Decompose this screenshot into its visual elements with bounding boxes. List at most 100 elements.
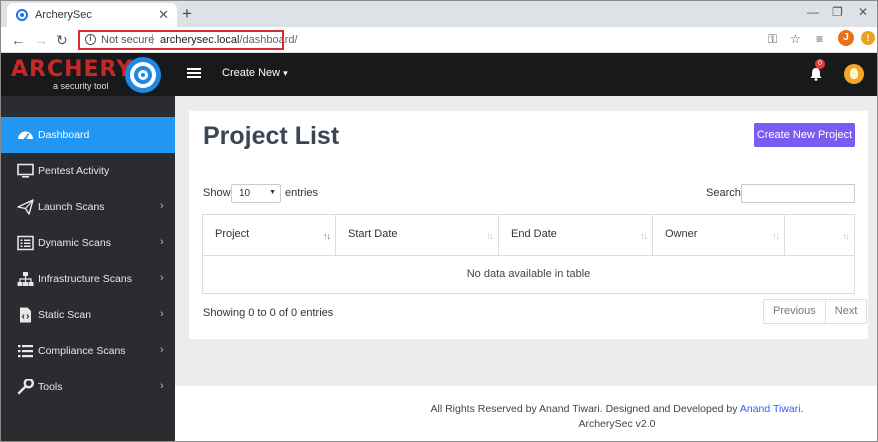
logo-text: ARCHERY: [11, 57, 134, 82]
chevron-right-icon: ›: [160, 344, 164, 356]
address-bar[interactable]: i Not secure | archerysec.local/dashboar…: [78, 30, 298, 50]
sidebar-item-label: Tools: [38, 381, 63, 393]
chevron-right-icon: ›: [160, 236, 164, 248]
footer-version: ArcherySec v2.0: [578, 418, 656, 430]
sort-icon: ↑↓: [486, 231, 494, 241]
reload-icon[interactable]: ↻: [56, 32, 68, 49]
sitemap-icon: [17, 272, 34, 286]
chevron-right-icon: ›: [160, 308, 164, 320]
browser-toolbar: ← → ↻ i Not secure | archerysec.local/da…: [1, 27, 877, 53]
sidebar-item-dynamic-scans[interactable]: Dynamic Scans ›: [1, 225, 175, 261]
bell-icon[interactable]: [809, 67, 823, 81]
chevron-right-icon: ›: [160, 272, 164, 284]
bookmark-star-icon[interactable]: ☆: [790, 32, 801, 46]
sidebar-item-infrastructure-scans[interactable]: Infrastructure Scans ›: [1, 261, 175, 297]
window-close-icon[interactable]: ✕: [858, 5, 868, 19]
page-length-value: 10: [239, 188, 251, 199]
sidebar-item-label: Dynamic Scans: [38, 237, 111, 249]
minimize-icon[interactable]: —: [807, 5, 819, 19]
create-new-project-button[interactable]: Create New Project: [754, 123, 855, 147]
sidebar-item-static-scan[interactable]: Static Scan ›: [1, 297, 175, 333]
sidebar-item-label: Compliance Scans: [38, 345, 126, 357]
not-secure-label: Not secure: [101, 34, 155, 46]
show-label: Show: [203, 187, 231, 199]
browser-tabstrip: ArcherySec ✕ + — ❐ ✕: [1, 1, 877, 27]
next-page-button[interactable]: Next: [824, 300, 867, 323]
pagination: Previous Next: [763, 299, 868, 324]
sidebar-item-label: Launch Scans: [38, 201, 105, 213]
footer-copyright: All Rights Reserved by Anand Tiwari. Des…: [349, 403, 877, 415]
notification-badge: 0: [815, 59, 825, 69]
archery-logo[interactable]: ARCHERY a security tool: [1, 53, 175, 96]
chevron-right-icon: ›: [160, 200, 164, 212]
sort-icon: ↑↓: [842, 231, 850, 241]
media-playlist-icon[interactable]: ≡: [816, 32, 823, 46]
profile-avatar[interactable]: J: [838, 30, 854, 46]
url-separator: |: [151, 33, 154, 45]
empty-table-message: No data available in table: [466, 268, 591, 280]
url-host: archerysec.local: [160, 34, 240, 46]
user-avatar[interactable]: [844, 64, 864, 84]
archerysec-favicon-icon: [16, 9, 28, 21]
entries-label: entries: [285, 187, 319, 199]
previous-page-button[interactable]: Previous: [764, 300, 825, 323]
chevron-right-icon: ›: [160, 380, 164, 392]
browser-tab[interactable]: ArcherySec ✕: [7, 3, 177, 27]
url-path: /dashboard/: [239, 34, 298, 46]
forward-arrow-icon[interactable]: →: [34, 32, 48, 48]
sidebar-item-compliance-scans[interactable]: Compliance Scans ›: [1, 333, 175, 369]
sidebar-item-label: Infrastructure Scans: [38, 273, 132, 285]
target-logo-icon: [125, 57, 161, 93]
browser-menu-icon[interactable]: !: [861, 31, 875, 45]
sidebar-item-label: Dashboard: [38, 129, 90, 141]
create-new-dropdown[interactable]: Create New ▾: [222, 67, 288, 79]
column-header-start-date[interactable]: Start Date ↑↓: [336, 215, 499, 255]
code-file-icon: [20, 307, 31, 323]
sidebar-item-label: Static Scan: [38, 309, 92, 321]
column-header-label: End Date: [511, 228, 557, 240]
caret-down-icon: ▼: [269, 189, 276, 196]
sidebar-item-launch-scans[interactable]: Launch Scans ›: [1, 189, 175, 225]
close-tab-icon[interactable]: ✕: [158, 7, 169, 23]
column-header-label: Project: [215, 228, 250, 240]
sidebar-item-pentest-activity[interactable]: Pentest Activity: [1, 153, 175, 189]
sidebar-item-label: Pentest Activity: [38, 165, 110, 177]
sidebar-item-dashboard[interactable]: Dashboard: [1, 117, 175, 153]
author-link[interactable]: Anand Tiwari: [740, 403, 801, 415]
logo-subtitle: a security tool: [53, 81, 109, 91]
sort-icon: ↑↓: [640, 231, 648, 241]
wrench-icon: [17, 379, 34, 395]
list-alt-icon: [17, 235, 34, 251]
project-table: Project ↑↓ Start Date ↑↓ End Date ↑↓ Own…: [202, 214, 855, 294]
info-icon[interactable]: i: [85, 34, 96, 45]
new-tab-button[interactable]: +: [182, 4, 192, 24]
column-header-end-date[interactable]: End Date ↑↓: [499, 215, 653, 255]
hamburger-menu-icon[interactable]: [187, 68, 201, 78]
page-title: Project List: [203, 122, 340, 150]
monitor-icon: [17, 163, 34, 178]
paper-plane-icon: [17, 199, 34, 215]
restore-icon[interactable]: ❐: [832, 5, 843, 19]
sort-asc-icon: ↑↓: [323, 231, 331, 241]
sidebar: Dashboard Pentest Activity Launch Scans …: [1, 96, 175, 441]
back-arrow-icon[interactable]: ←: [11, 32, 25, 48]
list-icon: [18, 345, 33, 358]
column-header-owner[interactable]: Owner ↑↓: [653, 215, 785, 255]
search-input[interactable]: [741, 184, 855, 203]
page-length-select[interactable]: 10 ▼: [231, 184, 281, 203]
table-info: Showing 0 to 0 of 0 entries: [203, 307, 334, 319]
create-new-label: Create New: [222, 67, 281, 79]
footer: All Rights Reserved by Anand Tiwari. Des…: [175, 386, 877, 441]
footer-prefix: All Rights Reserved by Anand Tiwari. Des…: [430, 403, 740, 415]
search-label: Search:: [706, 187, 744, 199]
column-header-label: Start Date: [348, 228, 398, 240]
footer-suffix: .: [800, 403, 804, 415]
tab-title: ArcherySec: [35, 9, 92, 21]
sidebar-item-tools[interactable]: Tools ›: [1, 369, 175, 405]
column-header-project[interactable]: Project ↑↓: [203, 215, 336, 255]
column-header-label: Owner: [665, 228, 698, 240]
column-header-actions[interactable]: ↑↓: [785, 215, 854, 255]
key-icon[interactable]: ⚿: [768, 32, 777, 47]
chevron-down-icon: ▾: [283, 68, 288, 78]
sort-icon: ↑↓: [772, 231, 780, 241]
